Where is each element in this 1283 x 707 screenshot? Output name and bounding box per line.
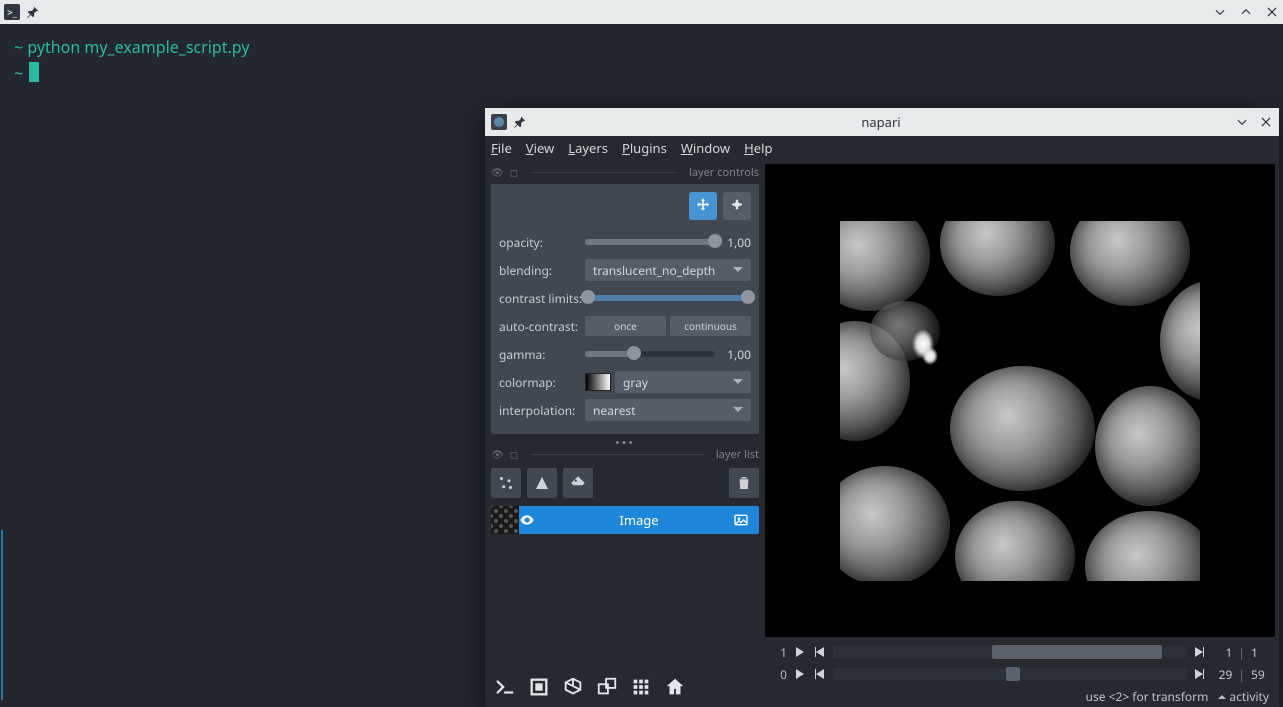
grid-button[interactable] <box>627 673 655 701</box>
viewer-buttons <box>491 667 759 701</box>
eye-icon[interactable]: 👁 <box>491 165 504 179</box>
menu-layers[interactable]: Layers <box>568 139 608 157</box>
detach-icon[interactable]: ◻ <box>510 165 518 179</box>
autocontrast-label: auto-contrast: <box>499 318 585 335</box>
terminal-active-indicator <box>1 530 3 700</box>
new-labels-button[interactable] <box>563 468 593 498</box>
eye-icon[interactable]: 👁 <box>491 447 504 461</box>
dim-current: 1 <box>1212 644 1232 661</box>
colormap-dropdown[interactable]: gray <box>615 371 751 393</box>
autocontrast-once-button[interactable]: once <box>585 316 666 336</box>
chevron-up-icon <box>1218 691 1226 699</box>
transform-button[interactable] <box>723 192 751 220</box>
menu-view[interactable]: View <box>526 139 554 157</box>
transpose-button[interactable] <box>593 673 621 701</box>
dim-play-button[interactable] <box>793 645 807 659</box>
dim-max: 1 <box>1251 644 1271 661</box>
splitter-handle-h[interactable]: ••• <box>491 434 759 446</box>
dim-row-1: 1 1 | 1 <box>773 641 1271 663</box>
roll-dims-button[interactable] <box>559 673 587 701</box>
minimize-icon[interactable] <box>1235 115 1249 129</box>
status-bar: use <2> for transform activity <box>765 685 1279 707</box>
prompt-symbol: ~ <box>14 36 23 58</box>
section-title: layer list <box>716 447 759 462</box>
right-panel: 1 1 | 1 0 29 | 59 <box>765 160 1279 707</box>
napari-app-icon <box>491 114 507 130</box>
menu-file[interactable]: File <box>491 139 512 157</box>
pan-zoom-button[interactable] <box>689 192 717 220</box>
layer-controls-panel: opacity: 1,00 blending: translucent_no_d… <box>491 184 759 434</box>
new-points-button[interactable] <box>491 468 521 498</box>
visibility-toggle[interactable] <box>519 512 545 528</box>
contrast-label: contrast limits: <box>499 290 585 307</box>
menu-window[interactable]: Window <box>681 139 730 157</box>
layer-name: Image <box>545 511 733 529</box>
dim-current: 29 <box>1212 666 1232 683</box>
blending-dropdown[interactable]: translucent_no_depth <box>585 259 751 281</box>
colormap-swatch <box>585 373 611 391</box>
image-display <box>840 221 1200 581</box>
terminal-titlebar[interactable]: >_ <box>0 0 1283 24</box>
menu-help[interactable]: Help <box>744 139 772 157</box>
dim-slider[interactable] <box>833 668 1186 680</box>
terminal-command: python my_example_script.py <box>27 36 249 58</box>
dim-max: 59 <box>1251 666 1271 683</box>
interpolation-dropdown[interactable]: nearest <box>585 399 751 421</box>
close-icon[interactable] <box>1259 115 1273 129</box>
gamma-label: gamma: <box>499 346 585 363</box>
contrast-slider[interactable] <box>585 295 751 301</box>
pin-icon[interactable] <box>26 5 40 19</box>
dim-next-button[interactable] <box>1192 667 1206 681</box>
cursor <box>29 62 39 82</box>
dim-prev-button[interactable] <box>813 645 827 659</box>
detach-icon[interactable]: ◻ <box>510 447 518 461</box>
spacer <box>599 468 723 498</box>
section-title: layer controls <box>689 165 759 180</box>
gamma-slider[interactable] <box>585 351 715 357</box>
minimize-icon[interactable] <box>1213 5 1227 19</box>
layer-item-image[interactable]: Image <box>519 506 759 534</box>
opacity-slider[interactable] <box>585 239 715 245</box>
dim-axis-label: 1 <box>773 644 787 661</box>
layer-thumbnail <box>491 506 519 534</box>
menu-plugins[interactable]: Plugins <box>622 139 667 157</box>
close-icon[interactable] <box>1265 5 1279 19</box>
napari-titlebar[interactable]: napari <box>485 108 1279 136</box>
left-panel: 👁 ◻ layer controls opacity: <box>485 160 765 707</box>
dim-next-button[interactable] <box>1192 645 1206 659</box>
dim-axis-label: 0 <box>773 666 787 683</box>
napari-window: napari File View Layers Plugins Window H… <box>485 108 1279 707</box>
pin-icon[interactable] <box>513 115 527 129</box>
home-button[interactable] <box>661 673 689 701</box>
colormap-label: colormap: <box>499 374 585 391</box>
dim-play-button[interactable] <box>793 667 807 681</box>
menubar: File View Layers Plugins Window Help <box>485 136 1279 160</box>
new-shapes-button[interactable] <box>527 468 557 498</box>
activity-toggle[interactable]: activity <box>1218 688 1269 705</box>
dims-sliders: 1 1 | 1 0 29 | 59 <box>765 637 1279 685</box>
dim-slider[interactable] <box>833 646 1186 658</box>
interpolation-label: interpolation: <box>499 402 585 419</box>
console-button[interactable] <box>491 673 519 701</box>
layer-controls-header: 👁 ◻ layer controls <box>491 164 759 180</box>
maximize-icon[interactable] <box>1239 5 1253 19</box>
layer-list-header: 👁 ◻ layer list <box>491 446 759 462</box>
layer-row[interactable]: Image <box>491 506 759 534</box>
blending-label: blending: <box>499 262 585 279</box>
prompt-symbol: ~ <box>14 62 23 84</box>
autocontrast-continuous-button[interactable]: continuous <box>670 316 751 336</box>
terminal-app-icon: >_ <box>4 4 20 20</box>
opacity-label: opacity: <box>499 234 585 251</box>
gamma-value: 1,00 <box>721 346 751 363</box>
status-hint: use <2> for transform <box>1086 688 1209 705</box>
opacity-value: 1,00 <box>721 234 751 251</box>
window-title: napari <box>527 113 1235 131</box>
dim-row-0: 0 29 | 59 <box>773 663 1271 685</box>
delete-layer-button[interactable] <box>729 468 759 498</box>
canvas[interactable] <box>765 164 1275 637</box>
dim-prev-button[interactable] <box>813 667 827 681</box>
layer-type-icon <box>733 512 759 528</box>
ndisplay-button[interactable] <box>525 673 553 701</box>
